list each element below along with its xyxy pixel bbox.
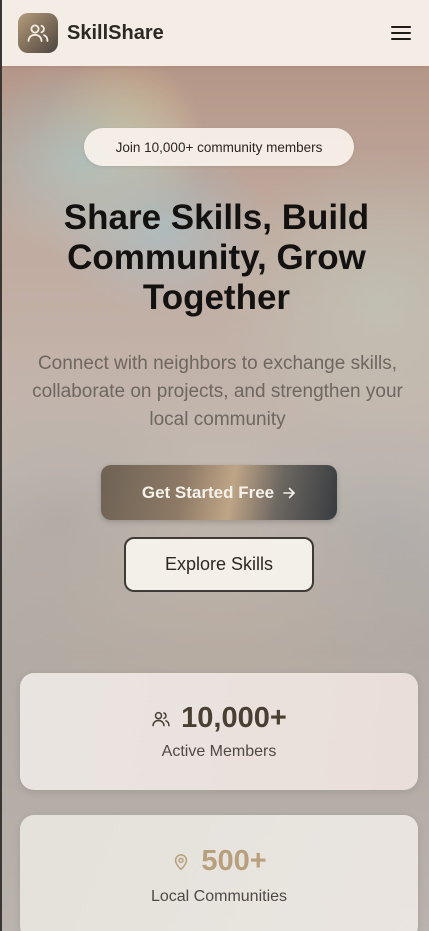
stat-card-communities: 500+ Local Communities	[20, 815, 418, 931]
top-nav: SkillShare	[2, 0, 429, 66]
stat-label: Active Members	[161, 743, 277, 760]
community-badge: Join 10,000+ community members	[84, 128, 354, 166]
menu-button[interactable]	[389, 21, 413, 45]
page: SkillShare Join 10,000+ community member…	[0, 0, 429, 931]
get-started-label: Get Started Free	[141, 482, 275, 502]
arrow-right-icon	[283, 487, 295, 498]
get-started-button[interactable]: Get Started Free	[101, 465, 337, 520]
hamburger-menu-icon	[391, 26, 411, 40]
brand-name[interactable]: SkillShare	[67, 22, 164, 45]
stat-value: 10,000+	[181, 702, 287, 734]
headline-line-1: Share Skills, Build	[63, 198, 370, 237]
stat-label: Local Communities	[150, 888, 288, 905]
stat-value: 500+	[201, 845, 267, 877]
logo[interactable]	[18, 13, 58, 53]
explore-skills-button[interactable]: Explore Skills	[124, 537, 314, 592]
users-icon	[152, 711, 170, 726]
users-icon	[27, 24, 49, 42]
headline-line-2: Community, Grow	[67, 238, 366, 277]
explore-skills-label: Explore Skills	[164, 554, 274, 574]
map-pin-icon	[175, 853, 188, 870]
hero-headline: Share Skills, Build Community, Grow Toge…	[12, 198, 421, 318]
stat-card-members: 10,000+ Active Members	[20, 673, 418, 790]
community-badge-text: Join 10,000+ community members	[115, 139, 323, 155]
headline-line-3: Together	[142, 278, 291, 317]
hero-subtext: Connect with neighbors to exchange skill…	[32, 353, 403, 430]
